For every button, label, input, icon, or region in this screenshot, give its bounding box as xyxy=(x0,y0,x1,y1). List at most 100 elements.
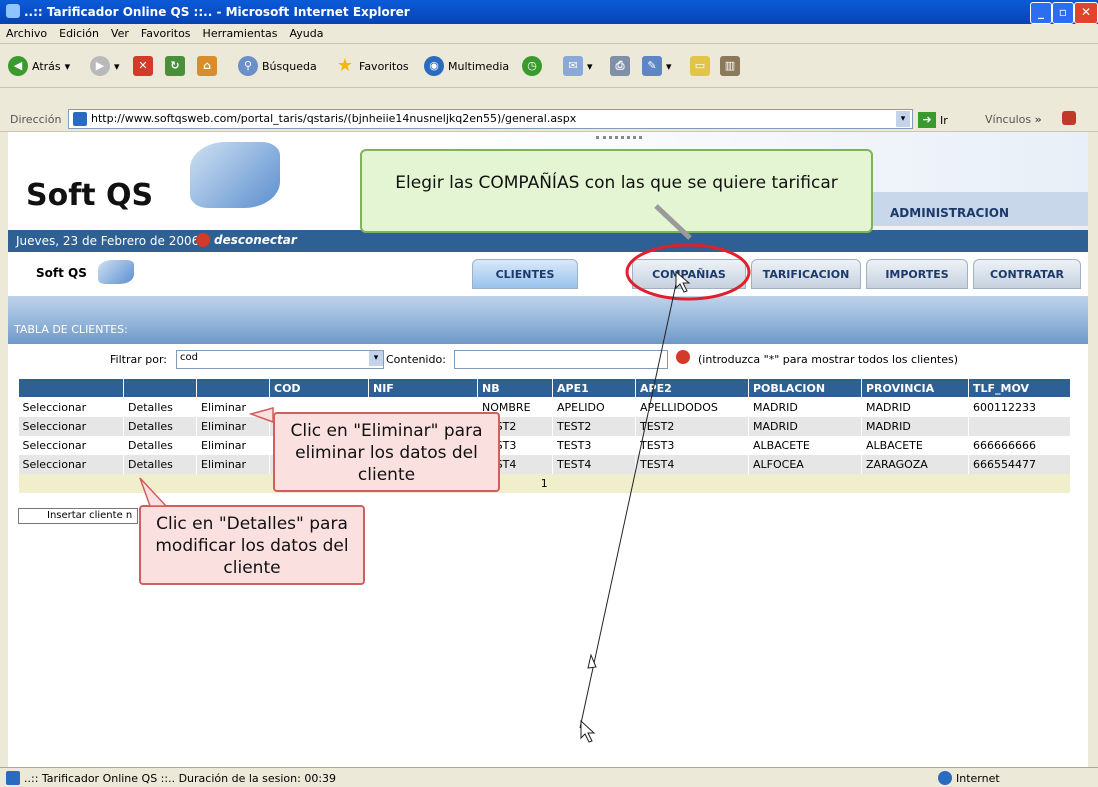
folder-icon: ▭ xyxy=(690,56,710,76)
menu-ayuda[interactable]: Ayuda xyxy=(283,24,329,40)
filter-hint: (introduzca "*" para mostrar todos los c… xyxy=(698,353,959,366)
menu-ver[interactable]: Ver xyxy=(105,24,135,40)
home-icon: ⌂ xyxy=(197,56,217,76)
select-link[interactable]: Seleccionar xyxy=(18,436,124,455)
window-title: ..:: Tarificador Online QS ::.. - Micros… xyxy=(24,5,410,19)
select-link[interactable]: Seleccionar xyxy=(18,397,124,417)
details-link[interactable]: Detalles xyxy=(123,417,197,436)
minimize-button[interactable]: _ xyxy=(1030,2,1052,24)
back-arrow-icon: ◀ xyxy=(8,56,28,76)
address-label: Dirección xyxy=(10,113,62,126)
table-cell: MADRID xyxy=(748,397,862,417)
details-link[interactable]: Detalles xyxy=(123,436,197,455)
disconnect-link[interactable]: desconectar xyxy=(214,233,297,247)
stop-button[interactable]: ✕ xyxy=(133,54,157,78)
multimedia-icon: ◉ xyxy=(424,56,444,76)
filter-label: Filtrar por: xyxy=(110,353,167,366)
callout-detalles: Clic en "Detalles" para modificar los da… xyxy=(139,505,365,585)
select-link[interactable]: Seleccionar xyxy=(18,417,124,436)
folder-button[interactable]: ▭ xyxy=(690,54,714,78)
table-header-row: COD NIF NB APE1 APE2 POBLACION PROVINCIA… xyxy=(18,378,1071,398)
address-dropdown-icon[interactable]: ▾ xyxy=(896,111,910,127)
forward-arrow-icon: ▶ xyxy=(90,56,110,76)
delete-link[interactable]: Eliminar xyxy=(196,436,270,455)
tab-companias[interactable]: COMPAÑIAS xyxy=(632,259,746,289)
table-cell: APELIDO xyxy=(552,397,636,417)
table-cell: ALBACETE xyxy=(861,436,969,455)
delete-link[interactable]: Eliminar xyxy=(196,417,270,436)
delete-link[interactable]: Eliminar xyxy=(196,397,270,417)
table-cell: TEST2 xyxy=(635,417,749,436)
page-number-link[interactable]: 1 xyxy=(18,474,1071,493)
chevron-down-icon: ▾ xyxy=(369,351,383,366)
table-row: Seleccionar Detalles Eliminar NOMBRE APELIDO… xyxy=(18,397,1071,417)
favorites-button[interactable]: ★ Favoritos xyxy=(335,54,409,78)
mail-button[interactable]: ✉ ▾ xyxy=(563,54,593,78)
address-url: http://www.softqsweb.com/portal_taris/qs… xyxy=(91,112,577,125)
details-link[interactable]: Detalles xyxy=(123,397,197,417)
pager-row: 1 xyxy=(18,474,1071,493)
edit-button[interactable]: ✎ ▾ xyxy=(642,54,672,78)
details-link[interactable]: Detalles xyxy=(123,455,197,474)
table-cell: TEST4 xyxy=(635,455,749,474)
refresh-button[interactable]: ↻ xyxy=(165,54,189,78)
menu-edicion[interactable]: Edición xyxy=(53,24,105,40)
delete-link[interactable]: Eliminar xyxy=(196,455,270,474)
home-button[interactable]: ⌂ xyxy=(197,54,221,78)
table-cell: MADRID xyxy=(748,417,862,436)
tab-importes[interactable]: IMPORTES xyxy=(866,259,968,289)
extension-icon[interactable] xyxy=(1062,111,1076,125)
close-button[interactable]: ✕ xyxy=(1074,2,1098,24)
status-page-icon xyxy=(6,771,20,785)
clients-table: COD NIF NB APE1 APE2 POBLACION PROVINCIA… xyxy=(18,378,1071,493)
menu-herramientas[interactable]: Herramientas xyxy=(197,24,284,40)
callout-binder-icon xyxy=(596,136,642,158)
print-button[interactable]: ⎙ xyxy=(610,54,634,78)
filter-select[interactable]: cod ▾ xyxy=(176,350,384,369)
search-go-icon[interactable] xyxy=(676,350,690,364)
table-cell: APELLIDODOS xyxy=(635,397,749,417)
tab-contratar[interactable]: CONTRATAR xyxy=(973,259,1081,289)
col-header: COD xyxy=(269,378,369,398)
callout-eliminar: Clic en "Eliminar" para eliminar los dat… xyxy=(273,412,500,492)
table-cell: ZARAGOZA xyxy=(861,455,969,474)
menu-bar: Archivo Edición Ver Favoritos Herramientas Ay… xyxy=(0,24,1098,44)
table-cell xyxy=(968,417,1071,436)
col-header: POBLACION xyxy=(748,378,862,398)
toolbar-spacer xyxy=(0,88,1098,108)
table-cell: 666554477 xyxy=(968,455,1071,474)
filter-row: Filtrar por: cod ▾ Contenido: (introduzc… xyxy=(8,344,1088,374)
table-cell: TEST2 xyxy=(552,417,636,436)
table-cell: 600112233 xyxy=(968,397,1071,417)
table-cell: ALBACETE xyxy=(748,436,862,455)
tab-tarificacion[interactable]: TARIFICACION xyxy=(751,259,861,289)
menu-archivo[interactable]: Archivo xyxy=(0,24,53,40)
menu-favoritos[interactable]: Favoritos xyxy=(135,24,197,40)
table-cell: TEST3 xyxy=(635,436,749,455)
insert-client-button[interactable]: Insertar cliente n xyxy=(18,508,138,524)
status-bar: ..:: Tarificador Online QS ::.. Duración… xyxy=(0,767,1098,787)
select-link[interactable]: Seleccionar xyxy=(18,455,124,474)
research-button[interactable]: ▥ xyxy=(720,54,744,78)
tab-clientes[interactable]: CLIENTES xyxy=(472,259,578,289)
table-cell: TEST3 xyxy=(552,436,636,455)
power-icon[interactable] xyxy=(196,233,210,247)
col-header xyxy=(123,378,197,398)
logo-text: Soft QS xyxy=(26,178,154,213)
maximize-button[interactable]: ▫ xyxy=(1052,2,1074,24)
small-logo-text: Soft QS xyxy=(36,266,87,280)
col-header: PROVINCIA xyxy=(861,378,969,398)
refresh-icon: ↻ xyxy=(165,56,185,76)
globe-icon xyxy=(938,771,952,785)
search-button[interactable]: ⚲ Búsqueda xyxy=(238,54,317,78)
back-button[interactable]: ◀ Atrás ▾ xyxy=(8,54,70,78)
go-button[interactable]: ➔ Ir xyxy=(918,110,948,130)
col-header: NIF xyxy=(368,378,478,398)
history-button[interactable]: ◷ xyxy=(522,54,546,78)
col-header xyxy=(196,378,270,398)
address-input[interactable]: http://www.softqsweb.com/portal_taris/qs… xyxy=(68,109,913,129)
links-label[interactable]: Vínculos » xyxy=(985,113,1042,126)
content-input[interactable] xyxy=(454,350,668,369)
multimedia-button[interactable]: ◉ Multimedia xyxy=(424,54,509,78)
forward-button[interactable]: ▶ ▾ xyxy=(90,54,120,78)
